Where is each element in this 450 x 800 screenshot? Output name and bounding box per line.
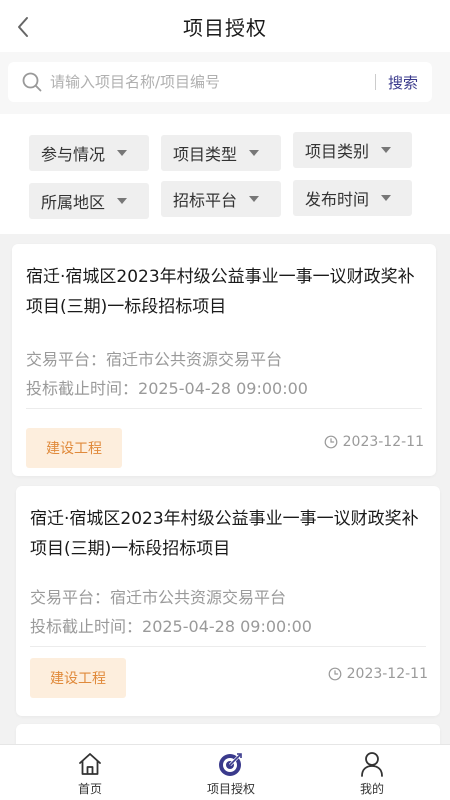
search-divider: [374, 74, 376, 90]
deadline-line: 投标截止时间：2025-04-28 09:00:00: [26, 375, 308, 399]
deadline-value: 2025-04-28 09:00:00: [142, 617, 312, 636]
nav-label: 我的: [359, 782, 384, 796]
category-tag: 建设工程: [30, 658, 126, 698]
search-area: 搜索: [0, 52, 450, 114]
filter-participation[interactable]: 参与情况: [29, 135, 149, 171]
caret-down-icon: [117, 150, 128, 156]
caret-down-icon: [117, 198, 128, 204]
caret-down-icon: [381, 195, 392, 201]
search-icon: [22, 72, 42, 92]
card-divider: [30, 646, 426, 647]
project-title: 宿迁·宿城区2023年村级公益事业一事一议财政奖补项目(三期)一标段招标项目: [26, 267, 415, 317]
clock-icon: [328, 667, 342, 681]
publish-date: 2023-12-11: [324, 434, 424, 450]
platform-value: 宿迁市公共资源交易平台: [106, 350, 283, 369]
project-title: 宿迁·宿城区2023年村级公益事业一事一议财政奖补项目(三期)一标段招标项目: [30, 509, 419, 559]
bottom-nav: 首页 项目授权 我的: [0, 744, 450, 800]
category-tag: 建设工程: [26, 428, 122, 468]
home-icon: [79, 753, 101, 775]
filter-label: 所属地区: [41, 193, 106, 212]
project-list: 宿迁·宿城区2023年村级公益事业一事一议财政奖补项目(三期)一标段招标项目 交…: [0, 234, 450, 764]
nav-label: 项目授权: [206, 782, 255, 796]
deadline-label: 投标截止时间：: [26, 379, 139, 398]
filter-region[interactable]: 所属地区: [29, 183, 149, 219]
platform-label: 交易平台：: [26, 350, 107, 369]
filter-project-category[interactable]: 项目类别: [293, 132, 412, 168]
filter-label: 招标平台: [173, 191, 238, 210]
deadline-value: 2025-04-28 09:00:00: [138, 379, 308, 398]
page-title: 项目授权: [183, 16, 267, 40]
nav-mine[interactable]: 我的: [317, 745, 427, 800]
app-header: 项目授权: [0, 0, 450, 52]
filter-publish-time[interactable]: 发布时间: [293, 180, 412, 216]
nav-label: 首页: [77, 782, 102, 796]
filter-label: 发布时间: [305, 190, 370, 209]
deadline-line: 投标截止时间：2025-04-28 09:00:00: [30, 613, 312, 637]
date-text: 2023-12-11: [342, 434, 424, 450]
caret-down-icon: [381, 147, 392, 153]
clock-icon: [324, 435, 338, 449]
target-icon: [219, 753, 242, 776]
filter-project-type[interactable]: 项目类型: [161, 135, 281, 171]
filter-label: 参与情况: [41, 145, 106, 164]
project-card[interactable]: 宿迁·宿城区2023年村级公益事业一事一议财政奖补项目(三期)一标段招标项目 交…: [12, 244, 436, 476]
deadline-label: 投标截止时间：: [30, 617, 143, 636]
caret-down-icon: [249, 150, 260, 156]
filter-label: 项目类别: [305, 142, 370, 161]
card-divider: [26, 408, 422, 409]
user-icon: [361, 752, 383, 777]
platform-line: 交易平台：宿迁市公共资源交易平台: [26, 346, 282, 370]
filter-bidding-platform[interactable]: 招标平台: [161, 181, 281, 217]
caret-down-icon: [249, 196, 260, 202]
search-box: 搜索: [8, 62, 432, 102]
platform-line: 交易平台：宿迁市公共资源交易平台: [30, 584, 286, 608]
search-button[interactable]: 搜索: [388, 72, 418, 93]
date-text: 2023-12-11: [346, 666, 428, 682]
nav-project-authorization[interactable]: 项目授权: [176, 745, 286, 800]
nav-home[interactable]: 首页: [35, 745, 145, 800]
platform-label: 交易平台：: [30, 588, 111, 607]
search-input[interactable]: [50, 62, 375, 102]
filter-label: 项目类型: [173, 145, 238, 164]
project-card[interactable]: 宿迁·宿城区2023年村级公益事业一事一议财政奖补项目(三期)一标段招标项目 交…: [16, 486, 440, 716]
platform-value: 宿迁市公共资源交易平台: [110, 588, 287, 607]
publish-date: 2023-12-11: [328, 666, 428, 682]
filter-bar: 参与情况 项目类型 项目类别 所属地区 招标平台 发布时间: [0, 114, 450, 234]
